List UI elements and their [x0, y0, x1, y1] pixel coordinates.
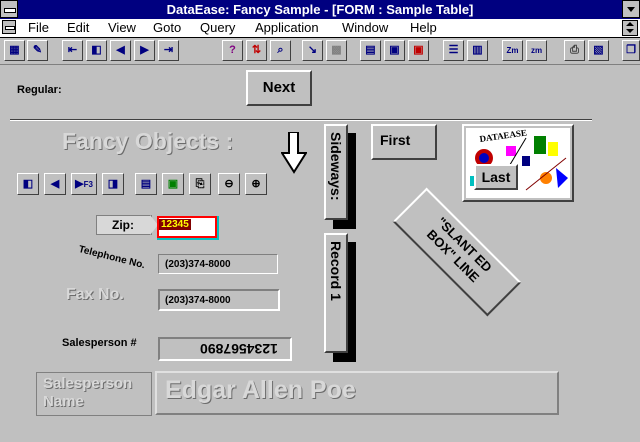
regular-label: Regular: — [17, 84, 62, 96]
record-button[interactable]: Record 1 — [324, 233, 348, 353]
menu-edit[interactable]: Edit — [67, 19, 89, 37]
system-menu-icon[interactable] — [0, 0, 18, 18]
first-record-icon[interactable]: ⇤ — [62, 40, 83, 61]
telephone-value: (203)374-8000 — [165, 259, 231, 270]
salesperson-num-label: Salesperson # — [62, 337, 137, 349]
nav-next-f3-icon[interactable]: ▶F3 — [71, 173, 97, 195]
nav-last-icon[interactable]: ◨ — [102, 173, 124, 195]
nav-print-icon[interactable]: ⎘ — [189, 173, 211, 195]
sideways-label: Sideways: — [328, 132, 344, 201]
slanted-box-line-1: "SLANT ED — [433, 214, 495, 276]
picture-button[interactable]: DATAEASE Last — [462, 124, 574, 202]
nav-delete-icon[interactable]: ⊖ — [218, 173, 240, 195]
salesperson-name-label-1: Salesperson — [43, 375, 133, 392]
fax-value: (203)374-8000 — [165, 295, 231, 306]
salesperson-name-label-box: Salesperson Name — [36, 372, 152, 416]
sideways-button[interactable]: Sideways: — [324, 124, 348, 220]
form-design-icon[interactable]: ▦ — [4, 40, 25, 61]
print-setup-icon[interactable]: ▧ — [588, 40, 609, 61]
nav-prev-icon[interactable]: ◀ — [44, 173, 66, 195]
window-title: DataEase: Fancy Sample - [FORM : Sample … — [166, 2, 474, 17]
nav-first-icon[interactable]: ◧ — [17, 173, 39, 195]
salesperson-name-value: Edgar Allen Poe — [165, 376, 356, 404]
salesperson-name-label-2: Name — [43, 393, 84, 410]
sort-icon[interactable]: ⇅ — [246, 40, 267, 61]
toolbar: ▦ ✎ ⇤ ◧ ◀ ▶ ⇥ ? ⇅ ⌕ ↘ ▩ ▤ ▣ ▣ ☰ ▥ Zm zm … — [0, 38, 640, 65]
last-button[interactable]: Last — [474, 164, 518, 190]
down-arrow-icon — [280, 131, 308, 179]
menu-help[interactable]: Help — [410, 19, 437, 37]
grid-icon[interactable]: ▩ — [326, 40, 347, 61]
next-button[interactable]: Next — [246, 70, 312, 106]
nav-save-down-icon[interactable]: ▣ — [162, 173, 184, 195]
help-icon[interactable]: ? — [222, 40, 243, 61]
menu-query[interactable]: Query — [200, 19, 235, 37]
copy-icon[interactable]: ❐ — [622, 40, 640, 61]
salesperson-num-field[interactable]: 1234567890 — [158, 337, 292, 361]
menu-view[interactable]: View — [108, 19, 136, 37]
save-color-icon[interactable]: ▣ — [408, 40, 429, 61]
title-bar: DataEase: Fancy Sample - [FORM : Sample … — [0, 0, 640, 19]
restore-icon[interactable] — [622, 20, 638, 36]
divider-line — [10, 119, 592, 121]
telephone-label: Telephone No. — [77, 244, 147, 272]
slanted-box-line-2: BOX" LINE — [423, 226, 483, 286]
nav-f3-label: F3 — [83, 180, 93, 189]
record-label: Record 1 — [328, 241, 344, 301]
zip-field[interactable]: 12345 — [157, 216, 217, 238]
save-icon[interactable]: ▤ — [360, 40, 381, 61]
form-view-icon[interactable]: ☰ — [443, 40, 464, 61]
next-record-icon[interactable]: ▶ — [134, 40, 155, 61]
menu-window[interactable]: Window — [342, 19, 388, 37]
menu-goto[interactable]: Goto — [153, 19, 181, 37]
salesperson-num-value: 1234567890 — [200, 341, 278, 357]
print-icon[interactable]: ⎙ — [564, 40, 585, 61]
slanted-box[interactable]: "SLANT ED BOX" LINE — [392, 187, 522, 317]
fancy-objects-heading: Fancy Objects : — [62, 128, 234, 154]
prev-page-icon[interactable]: ◧ — [86, 40, 107, 61]
search-icon[interactable]: ⌕ — [270, 40, 291, 61]
cursor-icon[interactable]: ↘ — [302, 40, 323, 61]
minimize-icon[interactable] — [622, 0, 640, 18]
zip-label: Zip: — [112, 218, 134, 232]
document-system-menu-icon[interactable] — [2, 20, 16, 34]
prev-record-icon[interactable]: ◀ — [110, 40, 131, 61]
fax-label: Fax No. — [66, 286, 124, 303]
nav-save-icon[interactable]: ▤ — [135, 173, 157, 195]
menu-bar: File Edit View Goto Query Application Wi… — [0, 19, 640, 38]
last-record-icon[interactable]: ⇥ — [158, 40, 179, 61]
pencil-icon[interactable]: ✎ — [27, 40, 48, 61]
salesperson-name-field[interactable]: Edgar Allen Poe — [155, 371, 559, 415]
fax-field[interactable]: (203)374-8000 — [158, 289, 280, 311]
zoom-in-icon[interactable]: Zm — [502, 40, 523, 61]
zoom-out-icon[interactable]: zm — [526, 40, 547, 61]
save-as-icon[interactable]: ▣ — [384, 40, 405, 61]
first-button[interactable]: First — [371, 124, 437, 160]
menu-file[interactable]: File — [28, 19, 49, 37]
table-view-icon[interactable]: ▥ — [467, 40, 488, 61]
zip-value: 12345 — [159, 219, 191, 230]
nav-insert-icon[interactable]: ⊕ — [245, 173, 267, 195]
telephone-field[interactable]: (203)374-8000 — [158, 254, 278, 274]
menu-application[interactable]: Application — [255, 19, 319, 37]
